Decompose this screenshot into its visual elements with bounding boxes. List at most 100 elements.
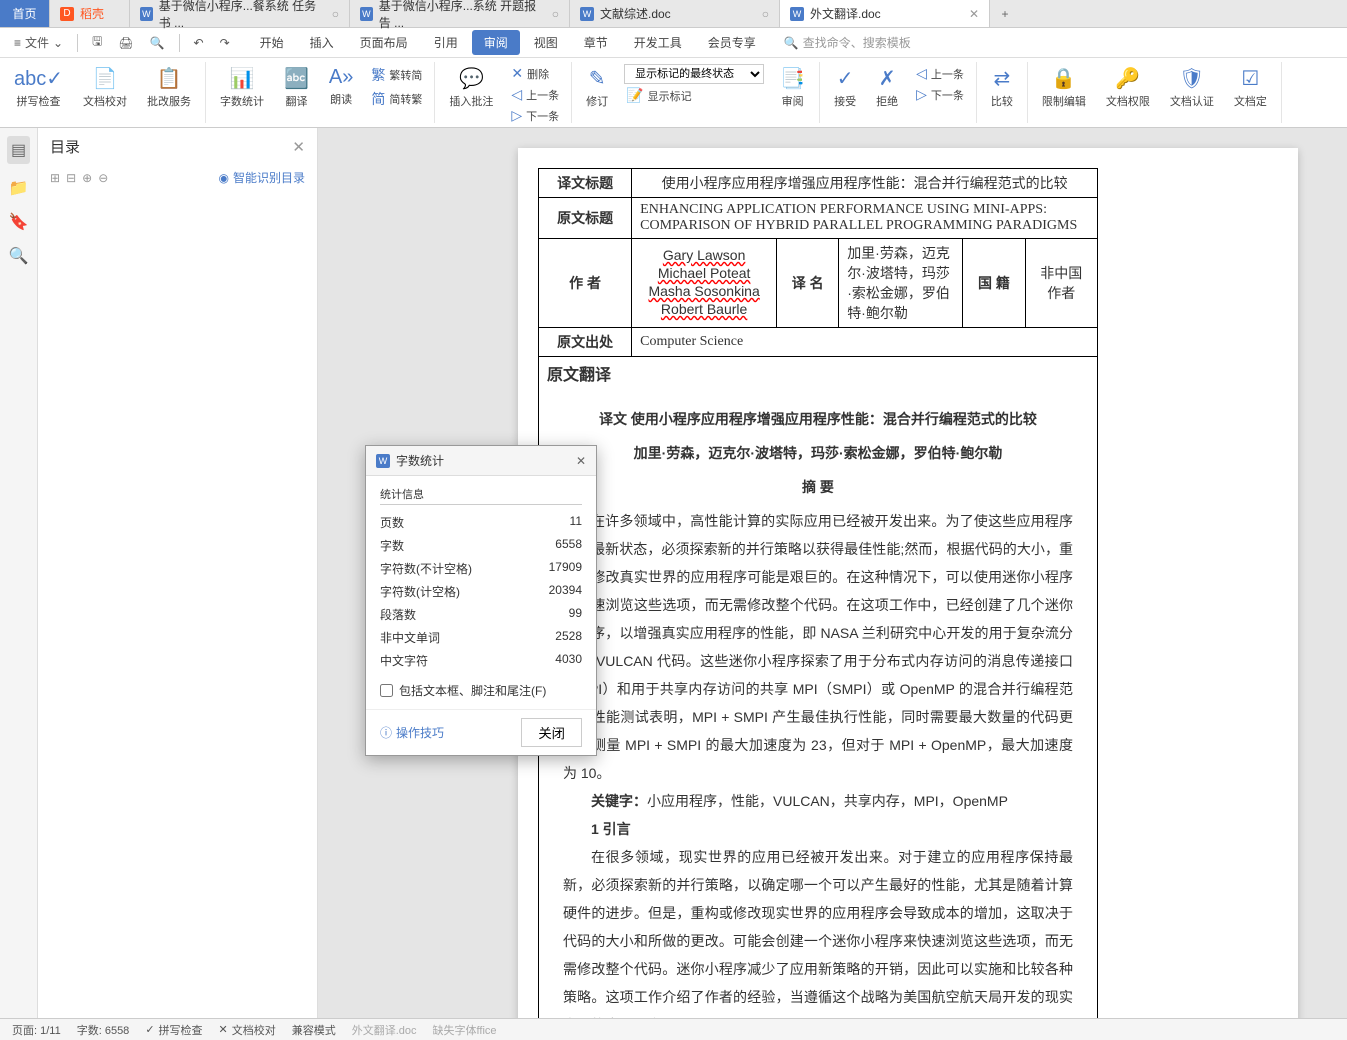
- smart-outline-button[interactable]: ◉智能识别目录: [219, 169, 306, 186]
- prev-comment-button[interactable]: ◁上一条: [509, 85, 561, 104]
- tab-doc2[interactable]: W基于微信小程序...系统 开题报告 ...○: [350, 0, 570, 27]
- read-button[interactable]: A»朗读: [325, 64, 357, 109]
- simp2trad-button[interactable]: 繁繁转简: [369, 64, 424, 86]
- include-footnotes-checkbox[interactable]: 包括文本框、脚注和尾注(F): [380, 682, 582, 699]
- tab-review[interactable]: 审阅: [472, 30, 520, 55]
- tab-view[interactable]: 视图: [522, 30, 570, 55]
- compare-button[interactable]: ⇄比较: [987, 64, 1017, 111]
- stat-row: 页数11: [380, 511, 582, 534]
- tips-link[interactable]: ⓘ操作技巧: [380, 724, 444, 741]
- stat-row: 非中文单词2528: [380, 626, 582, 649]
- auth-button[interactable]: 🛡文档认证: [1166, 64, 1218, 111]
- close-panel-icon[interactable]: ✕: [292, 138, 305, 156]
- redo-icon[interactable]: ↷: [214, 32, 236, 54]
- restrict-button[interactable]: 🔒限制编辑: [1038, 64, 1090, 111]
- approve-button[interactable]: 📋批改服务: [143, 64, 195, 111]
- proof-status[interactable]: ✕文档校对: [219, 1022, 276, 1038]
- close-icon[interactable]: ✕: [576, 454, 586, 468]
- spellcheck-button[interactable]: abc✓拼写检查: [10, 64, 67, 111]
- close-icon[interactable]: ○: [332, 7, 339, 21]
- label: 删除: [527, 66, 549, 82]
- label: 批改服务: [147, 93, 191, 109]
- checkbox-input[interactable]: [380, 684, 393, 697]
- insert-comment-button[interactable]: 💬插入批注: [445, 64, 497, 111]
- menu-button[interactable]: ≡ 文件 ⌄: [8, 30, 69, 55]
- tab-insert[interactable]: 插入: [298, 30, 346, 55]
- tab-section[interactable]: 章节: [572, 30, 620, 55]
- tab-doc4-active[interactable]: W外文翻译.doc✕: [780, 0, 990, 27]
- tab-doc1[interactable]: W基于微信小程序...餐系统 任务书 ...○: [130, 0, 350, 27]
- next-icon: ▷: [511, 107, 522, 124]
- add-icon[interactable]: ⊕: [82, 171, 92, 185]
- tab-home[interactable]: 首页: [0, 0, 50, 27]
- tab-start[interactable]: 开始: [248, 30, 296, 55]
- bookmark-icon[interactable]: 🔖: [9, 212, 29, 232]
- label: 繁转简: [389, 67, 422, 83]
- review-pane-button[interactable]: 📑审阅: [776, 64, 809, 111]
- markup-state-select[interactable]: 显示标记的最终状态: [624, 64, 764, 84]
- spellcheck-status[interactable]: ✓拼写检查: [145, 1022, 202, 1038]
- keywords-line: 关键字：小应用程序，性能，VULCAN，共享内存，MPI，OpenMP: [563, 787, 1073, 815]
- document-page: 译文标题使用小程序应用程序增强应用程序性能：混合并行编程范式的比较 原文标题EN…: [518, 148, 1298, 1020]
- print-icon[interactable]: 🖨: [112, 32, 139, 54]
- tab-vip[interactable]: 会员专享: [696, 30, 768, 55]
- label: 审阅: [782, 93, 804, 109]
- tab-layout[interactable]: 页面布局: [348, 30, 420, 55]
- prev-icon: ◁: [511, 86, 522, 103]
- show-markup-button[interactable]: 📝显示标记: [624, 86, 764, 105]
- comment-icon: 💬: [459, 66, 484, 91]
- search-placeholder: 查找命令、搜索模板: [803, 34, 911, 51]
- dialog-header[interactable]: W 字数统计 ✕: [366, 446, 596, 476]
- close-button[interactable]: 关闭: [521, 718, 582, 747]
- proofread-button[interactable]: 📄文档校对: [79, 64, 131, 111]
- revise-button[interactable]: ✎修订: [582, 64, 612, 111]
- command-search[interactable]: 🔍查找命令、搜索模板: [784, 34, 911, 51]
- wordcount-button[interactable]: 📊字数统计: [216, 64, 268, 111]
- preview-icon[interactable]: 🔍: [144, 32, 171, 54]
- translate-icon: 🔤: [284, 66, 309, 91]
- search-icon[interactable]: 🔍: [9, 246, 29, 266]
- label: 下一条: [526, 108, 559, 124]
- save-icon[interactable]: 🖫: [86, 28, 108, 57]
- close-icon[interactable]: ○: [762, 7, 769, 21]
- translated-authors: 加里·劳森，迈克尔·波塔特，玛莎·索松金娜，罗伯特·鲍尔勒: [563, 439, 1073, 467]
- compat-mode: 兼容模式: [292, 1022, 336, 1038]
- accept-button[interactable]: ✓接受: [830, 64, 860, 111]
- collapse-icon[interactable]: ⊟: [66, 171, 76, 185]
- translate-button[interactable]: 🔤翻译: [280, 64, 313, 111]
- nav-icon[interactable]: 📁: [9, 178, 29, 198]
- word-count[interactable]: 字数: 6558: [77, 1022, 130, 1038]
- ribbon: abc✓拼写检查 📄文档校对 📋批改服务 📊字数统计 🔤翻译 A»朗读 繁繁转简…: [0, 58, 1347, 128]
- tab-doc3[interactable]: W文献综述.doc○: [570, 0, 780, 27]
- remove-icon[interactable]: ⊖: [98, 171, 108, 185]
- x-icon: ✕: [219, 1023, 228, 1036]
- doc-icon: W: [376, 454, 390, 468]
- label: 限制编辑: [1042, 93, 1086, 109]
- page-indicator[interactable]: 页面: 1/11: [12, 1022, 61, 1038]
- tab-dev[interactable]: 开发工具: [622, 30, 694, 55]
- next-change-button[interactable]: ▷下一条: [914, 85, 966, 104]
- undo-icon[interactable]: ↶: [188, 32, 210, 54]
- abc-icon: abc✓: [14, 66, 63, 91]
- tab-daoke[interactable]: D稻壳: [50, 0, 130, 27]
- next-comment-button[interactable]: ▷下一条: [509, 106, 561, 125]
- delete-comment-button[interactable]: ✕删除: [509, 64, 561, 83]
- expand-icon[interactable]: ⊞: [50, 171, 60, 185]
- speaker-icon: A»: [329, 66, 353, 89]
- filename-status: 外文翻译.doc: [352, 1022, 417, 1038]
- key-icon: 🔑: [1115, 66, 1140, 91]
- close-icon[interactable]: ○: [552, 7, 559, 21]
- finalize-button[interactable]: ☑文档定: [1230, 64, 1271, 111]
- accept-icon: ✓: [837, 66, 854, 91]
- outline-icon[interactable]: ▤: [7, 136, 30, 164]
- missing-font: 缺失字体ffice: [433, 1022, 497, 1038]
- close-icon[interactable]: ✕: [969, 7, 979, 21]
- perm-button[interactable]: 🔑文档权限: [1102, 64, 1154, 111]
- reject-button[interactable]: ✗拒绝: [872, 64, 902, 111]
- trad2simp-button[interactable]: 简简转繁: [369, 88, 424, 110]
- prev-change-button[interactable]: ◁上一条: [914, 64, 966, 83]
- tab-ref[interactable]: 引用: [422, 30, 470, 55]
- stat-row: 字数6558: [380, 534, 582, 557]
- new-tab-button[interactable]: +: [990, 0, 1020, 27]
- label: 修订: [586, 93, 608, 109]
